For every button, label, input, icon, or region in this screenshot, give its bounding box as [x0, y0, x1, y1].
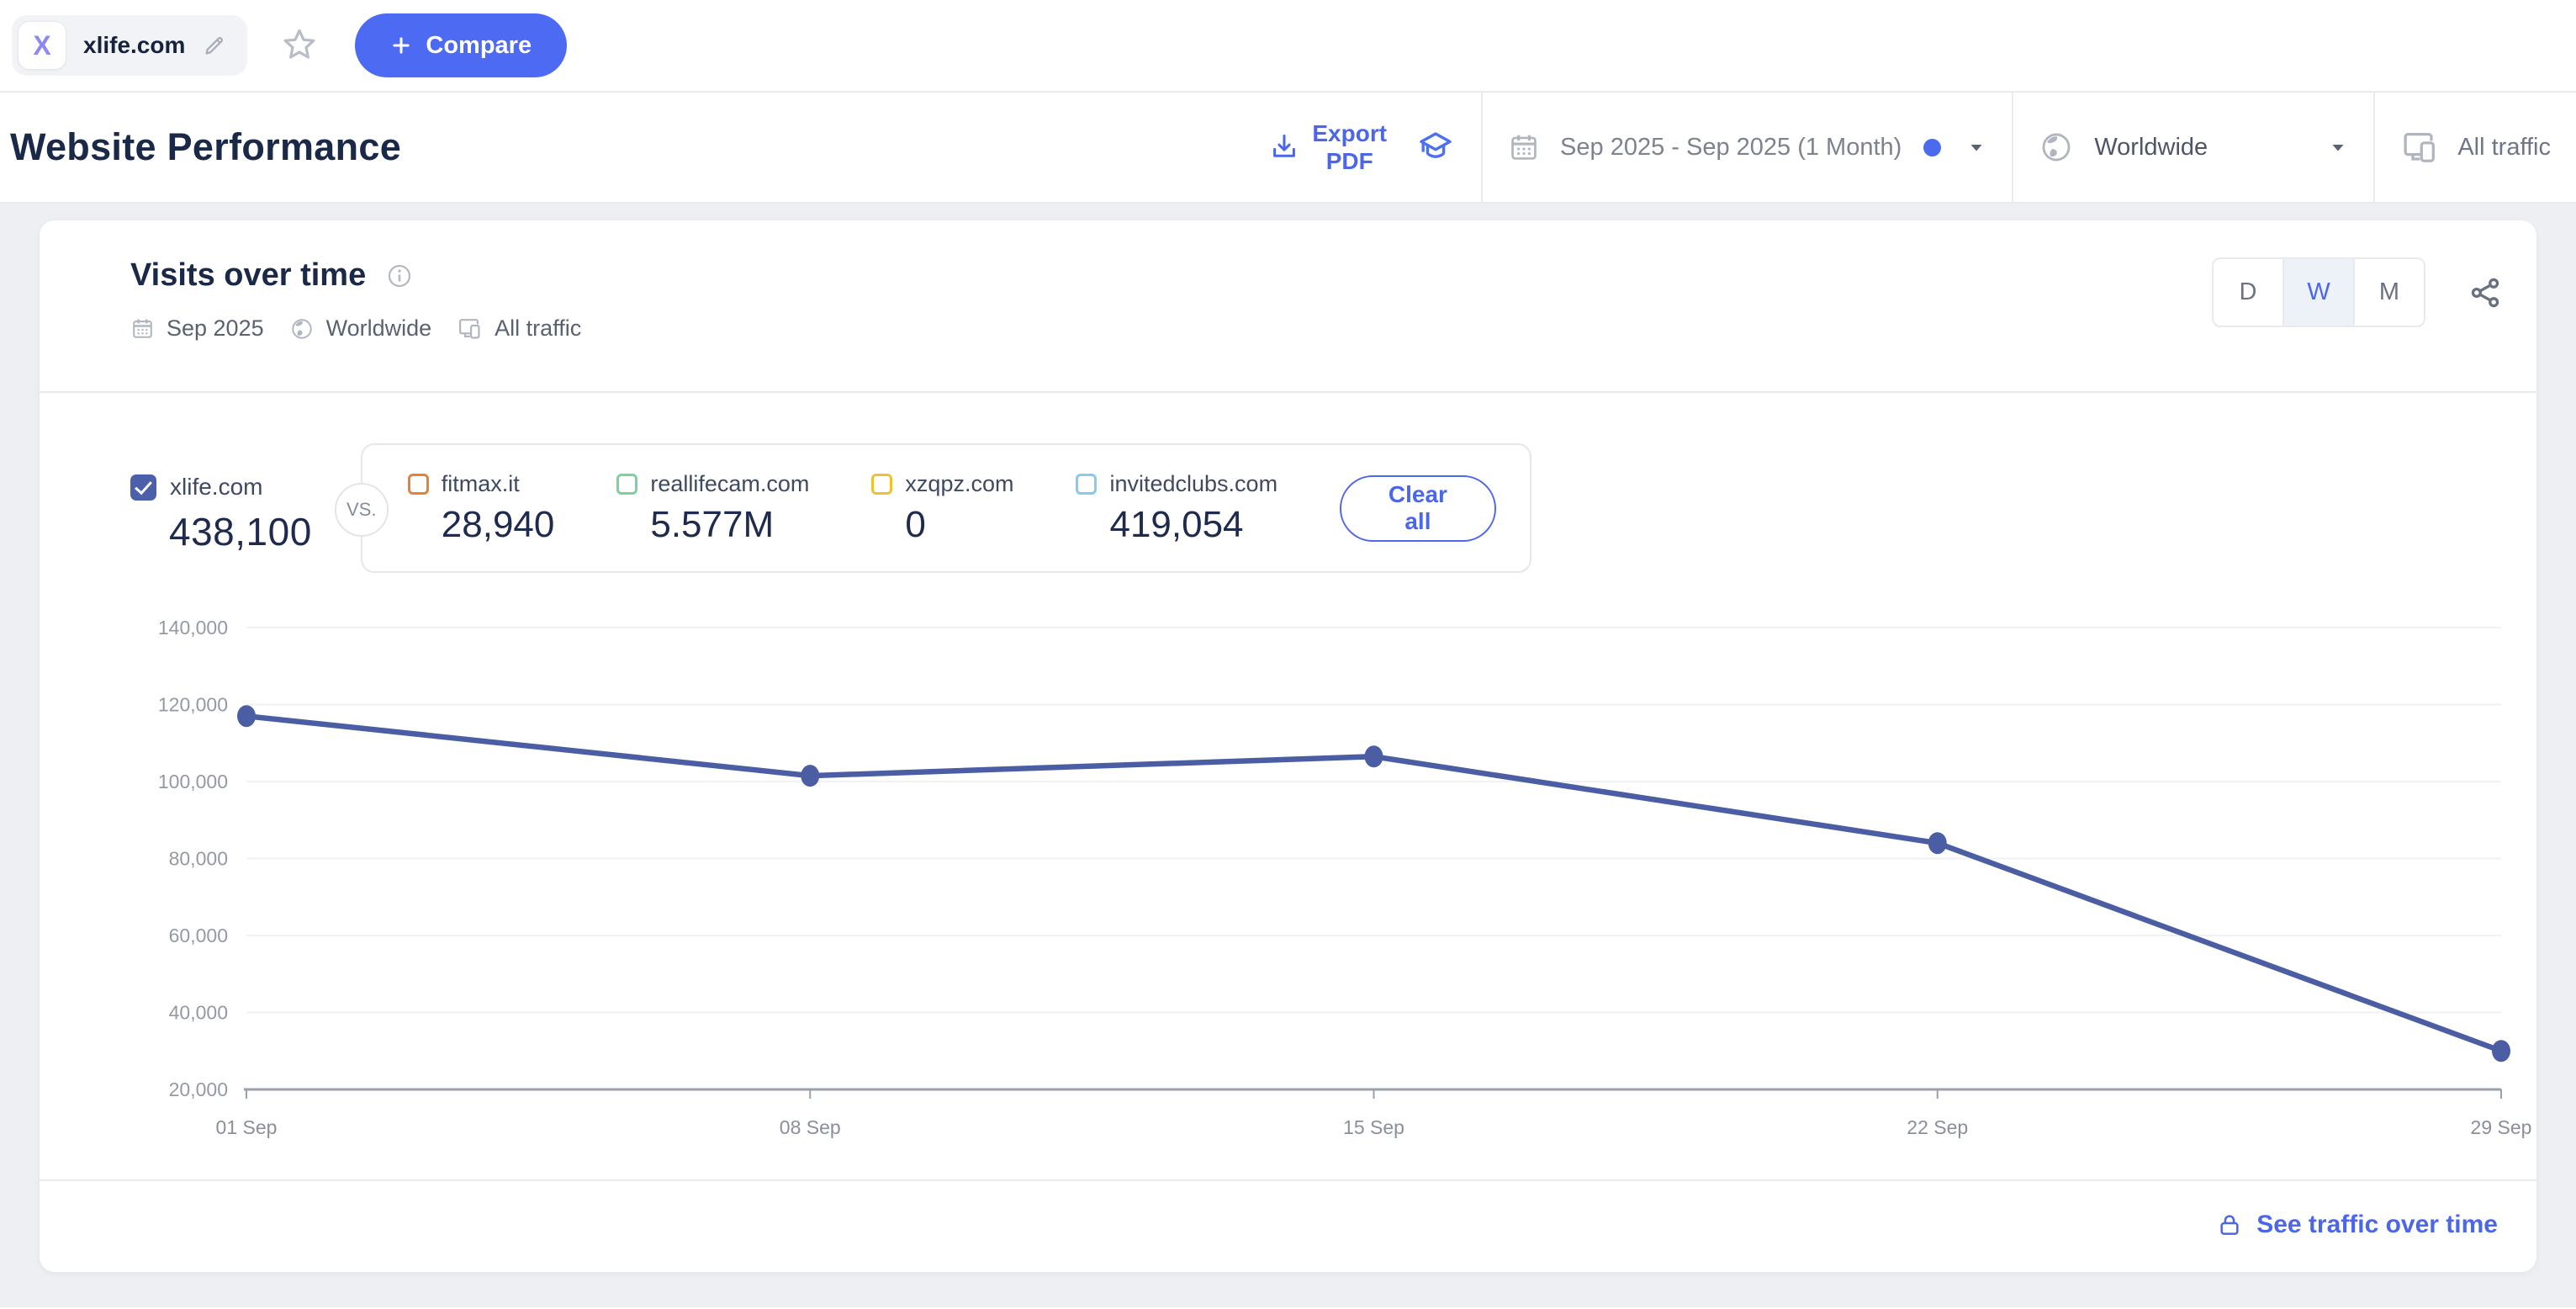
- main-site-value: 438,100: [169, 510, 312, 554]
- traffic-type-selector[interactable]: All traffic: [2373, 93, 2576, 202]
- granularity-day-button[interactable]: D: [2212, 257, 2284, 327]
- region-selector[interactable]: Worldwide: [2012, 93, 2373, 202]
- chevron-down-icon: [2328, 137, 2348, 157]
- svg-text:22 Sep: 22 Sep: [1907, 1116, 1968, 1138]
- edit-pencil-icon[interactable]: [202, 33, 227, 58]
- svg-text:40,000: 40,000: [169, 1002, 228, 1024]
- svg-text:140,000: 140,000: [158, 617, 228, 639]
- competitor-checkbox[interactable]: [407, 473, 429, 495]
- page-header: Website Performance Export PDF Sep 2025 …: [0, 93, 2576, 204]
- svg-text:01 Sep: 01 Sep: [216, 1116, 278, 1138]
- competitor-name: invitedclubs.com: [1109, 470, 1278, 496]
- compare-button[interactable]: Compare: [355, 13, 568, 77]
- site-selector-pill[interactable]: X xlife.com: [12, 15, 248, 76]
- clear-all-button[interactable]: Clear all: [1340, 474, 1496, 542]
- granularity-toggle: D W M: [2212, 257, 2425, 327]
- globe-icon: [289, 316, 315, 342]
- competitor-item: fitmax.it 28,940: [407, 470, 555, 546]
- x-logo-icon: X: [33, 29, 51, 61]
- visits-chart-svg[interactable]: 140,000 120,000 100,000 80,000 60,000 40,000 2…: [40, 589, 2536, 1161]
- region-label: Worldwide: [2094, 133, 2208, 161]
- info-icon[interactable]: [386, 262, 413, 289]
- card-meta-traffic: All traffic: [495, 315, 582, 341]
- svg-text:100,000: 100,000: [158, 771, 228, 792]
- chart-legend: xlife.com 438,100 VS. fitmax.it 28,940 r…: [130, 443, 2503, 573]
- share-icon[interactable]: [2468, 275, 2503, 310]
- chart-area: 140,000 120,000 100,000 80,000 60,000 40,000 2…: [40, 589, 2536, 1161]
- header-controls: Export PDF Sep 2025 - Sep 2025 (1 Month)…: [1243, 93, 2576, 202]
- card-footer: See traffic over time: [40, 1179, 2536, 1269]
- download-icon: [1268, 131, 1300, 163]
- card-title: Visits over time: [130, 257, 367, 293]
- compare-button-label: Compare: [426, 31, 532, 59]
- svg-text:15 Sep: 15 Sep: [1343, 1116, 1404, 1138]
- competitor-value: 0: [905, 503, 926, 545]
- competitor-checkbox[interactable]: [616, 473, 638, 495]
- main-content: Visits over time Sep 2025 Worldwide All …: [0, 204, 2576, 1307]
- top-bar: X xlife.com Compare: [0, 0, 2576, 93]
- plus-icon: [390, 34, 412, 56]
- competitor-value: 28,940: [441, 503, 555, 545]
- academy-cap-icon[interactable]: [1415, 127, 1456, 167]
- svg-text:29 Sep: 29 Sep: [2471, 1116, 2532, 1138]
- export-pdf-label-line2: PDF: [1325, 148, 1373, 174]
- svg-text:120,000: 120,000: [158, 694, 228, 716]
- card-filters-summary: Sep 2025 Worldwide All traffic: [130, 315, 593, 342]
- competitor-name: reallifecam.com: [650, 470, 810, 496]
- lock-icon: [2216, 1211, 2243, 1238]
- competitor-value: 419,054: [1109, 503, 1244, 545]
- competitor-item: invitedclubs.com 419,054: [1076, 471, 1277, 546]
- competitor-checkbox[interactable]: [1076, 473, 1098, 495]
- main-site-name: xlife.com: [170, 474, 263, 500]
- chevron-down-icon: [1966, 137, 1986, 157]
- main-site-legend: xlife.com 438,100: [130, 443, 312, 554]
- competitor-name: fitmax.it: [441, 470, 520, 496]
- card-meta-date: Sep 2025: [167, 315, 264, 341]
- site-name: xlife.com: [83, 32, 186, 58]
- competitor-checkbox[interactable]: [871, 473, 893, 495]
- competitor-item: reallifecam.com 5.577M: [616, 471, 809, 546]
- see-traffic-link[interactable]: See traffic over time: [2216, 1211, 2498, 1239]
- vs-badge: VS.: [334, 483, 389, 537]
- competitors-box: VS. fitmax.it 28,940 reallifecam.com 5.5…: [334, 443, 1531, 573]
- devices-icon: [457, 315, 483, 342]
- svg-text:60,000: 60,000: [169, 925, 228, 946]
- card-meta-region: Worldwide: [325, 315, 432, 341]
- svg-text:80,000: 80,000: [169, 848, 228, 870]
- devices-icon: [2400, 128, 2439, 167]
- svg-text:20,000: 20,000: [169, 1078, 228, 1100]
- calendar-icon: [1508, 131, 1540, 163]
- date-status-dot: [1923, 138, 1942, 156]
- date-range-selector[interactable]: Sep 2025 - Sep 2025 (1 Month): [1481, 93, 2012, 202]
- export-pdf-button[interactable]: Export PDF: [1268, 119, 1387, 175]
- favorite-star-icon[interactable]: [279, 25, 320, 66]
- granularity-month-button[interactable]: M: [2353, 257, 2425, 327]
- export-group: Export PDF: [1243, 93, 1481, 202]
- see-traffic-link-label: See traffic over time: [2256, 1211, 2498, 1238]
- main-site-checkbox[interactable]: [130, 474, 156, 501]
- export-pdf-label-line1: Export: [1312, 120, 1388, 146]
- date-range-label: Sep 2025 - Sep 2025 (1 Month): [1560, 133, 1902, 161]
- page-title: Website Performance: [10, 125, 402, 168]
- traffic-type-label: All traffic: [2457, 133, 2551, 161]
- granularity-week-button[interactable]: W: [2282, 257, 2355, 327]
- competitor-value: 5.577M: [650, 503, 775, 545]
- site-favicon: X: [18, 21, 66, 70]
- globe-icon: [2039, 130, 2074, 165]
- competitor-item: xzqpz.com 0: [871, 471, 1013, 546]
- competitor-name: xzqpz.com: [905, 470, 1014, 496]
- calendar-icon: [130, 316, 155, 341]
- card-header: Visits over time Sep 2025 Worldwide All …: [40, 220, 2536, 393]
- svg-text:08 Sep: 08 Sep: [780, 1116, 841, 1138]
- visits-over-time-card: Visits over time Sep 2025 Worldwide All …: [40, 220, 2536, 1272]
